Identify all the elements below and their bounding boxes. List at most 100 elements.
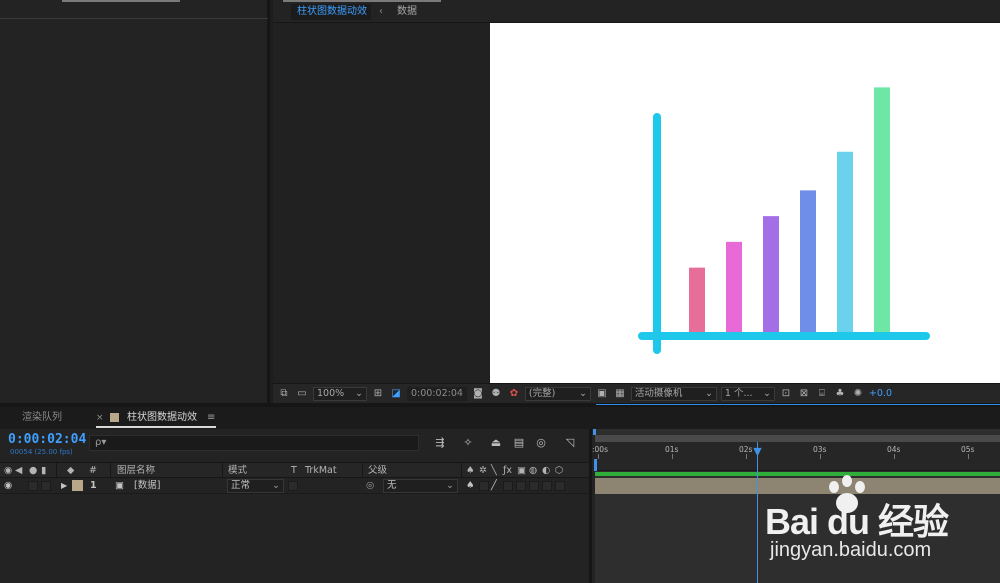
collapse-icon[interactable]: ✲ (479, 464, 487, 478)
chevron-down-icon: ⌄ (704, 387, 713, 399)
exposure-value[interactable]: +0.0 (869, 387, 892, 401)
toggle-view-icon[interactable]: ⊡ (779, 387, 793, 401)
column-parent[interactable]: 父级 (368, 464, 387, 478)
collapse-switch[interactable] (479, 481, 489, 491)
quality-icon[interactable]: ╲ (491, 464, 497, 478)
frame-blend-icon[interactable]: ▣ (517, 464, 526, 478)
zoom-select[interactable]: 100% ⌄ (313, 386, 367, 401)
viewer-toolbar: ⧉ ▭ 100% ⌄ ⊞ ◪ 0:00:02:04 ◙ ⚉ ✿ (完整) ⌄ ▣ ▦… (273, 383, 1000, 403)
chart-bar-5 (837, 151, 853, 332)
chevron-down-icon: ⌄ (272, 480, 280, 491)
solo-switch[interactable] (28, 481, 38, 491)
composition-canvas[interactable] (490, 23, 1000, 383)
timeline-navigator[interactable] (595, 459, 1000, 471)
current-time-display[interactable]: 0:00:02:04 (407, 386, 467, 401)
navigator-start-handle[interactable] (594, 459, 597, 471)
mask-visibility-icon[interactable]: ◪ (389, 387, 403, 401)
project-panel (0, 0, 270, 403)
timeline-tabs: 渲染队列 × 柱状图数据动效 ≡ (0, 407, 1000, 429)
graph-editor-icon[interactable]: ◹ (562, 435, 578, 451)
baidu-logo-text: Bai du 经验 (765, 501, 949, 542)
viewer-tab-data[interactable]: 数据 (397, 4, 417, 20)
ruler-label: 05s (961, 445, 975, 454)
preserve-transparency-switch[interactable] (288, 481, 298, 491)
bar-chart (638, 87, 930, 354)
tab-render-queue[interactable]: 渲染队列 (22, 411, 62, 425)
camera-select[interactable]: 活动摄像机 ⌄ (630, 386, 717, 401)
chart-bar-1 (689, 267, 705, 332)
quality-icon[interactable]: ╱ (491, 479, 497, 493)
effects-switch[interactable] (503, 481, 513, 491)
always-preview-icon[interactable]: ⧉ (277, 387, 291, 401)
eye-icon[interactable]: ◉ (4, 479, 12, 493)
current-timecode[interactable]: 0:00:02:04 (8, 432, 86, 447)
frame-blend-switch[interactable] (516, 481, 526, 491)
layer-name[interactable]: [数据] (134, 479, 160, 493)
layer-label-swatch[interactable] (72, 480, 83, 491)
chevron-down-icon: ⌄ (355, 387, 363, 399)
chart-bar-4 (800, 190, 816, 332)
parent-select[interactable]: 无 ⌄ (383, 479, 458, 493)
camera-snapshot-icon[interactable]: ◙ (471, 387, 485, 401)
motion-blur-switch[interactable] (529, 481, 539, 491)
playhead-icon[interactable]: ▼ (752, 446, 763, 457)
effects-icon[interactable]: ƒx (503, 464, 512, 478)
3d-layer-icon[interactable]: ⬡ (555, 464, 563, 478)
transparency-grid-icon[interactable]: ▦ (613, 387, 627, 401)
layer-search-input[interactable]: ρ▾ (89, 435, 419, 451)
resolution-select[interactable]: (完整) ⌄ (524, 386, 591, 401)
column-separator (110, 463, 111, 479)
column-trkmat[interactable]: TrkMat (305, 464, 337, 478)
ruler-label: 04s (887, 445, 901, 454)
column-mode[interactable]: 模式 (228, 464, 247, 478)
pickwhip-icon[interactable]: ◎ (366, 479, 374, 493)
chevron-left-icon[interactable]: ‹ (379, 4, 383, 20)
shy-icon[interactable]: ♠ (466, 479, 475, 493)
frame-blending-icon[interactable]: ▤ (511, 435, 527, 451)
flowchart-icon[interactable]: ♣ (833, 387, 847, 401)
table-row[interactable]: ◉ ▶ 1 ▣ [数据] 正常 ⌄ ◎ 无 ⌄ ♠ ╱ (0, 478, 589, 494)
tab-timeline-composition[interactable]: 柱状图数据动效 (127, 411, 197, 425)
adjustment-icon[interactable]: ◐ (542, 464, 550, 478)
precomp-icon: ▣ (115, 480, 124, 491)
motion-blur-column-icon[interactable]: ◍ (529, 464, 537, 478)
eye-icon[interactable]: ◉ (4, 464, 12, 478)
viewer-canvas-area[interactable] (273, 23, 1000, 383)
viewer-tab-composition[interactable]: 柱状图数据动效 (291, 4, 371, 20)
column-layer-name[interactable]: 图层名称 (117, 464, 155, 478)
shy-icon[interactable]: ♠ (466, 464, 475, 478)
expand-arrow-icon[interactable]: ▶ (61, 479, 67, 493)
shy-layers-icon[interactable]: ⏏ (488, 435, 504, 451)
comp-flowchart-icon[interactable]: ⇶ (432, 435, 448, 451)
color-channels-icon[interactable]: ✿ (507, 387, 521, 401)
work-area-bar[interactable] (595, 435, 1000, 442)
show-snapshot-icon[interactable]: ⚉ (489, 387, 503, 401)
draft-3d-icon[interactable]: ✧ (460, 435, 476, 451)
timeline-icon[interactable]: ⌸ (815, 387, 829, 401)
exposure-reset-icon[interactable]: ✺ (851, 387, 865, 401)
column-separator (56, 463, 57, 479)
close-icon[interactable]: × (96, 411, 104, 425)
menu-icon[interactable]: ≡ (207, 411, 215, 425)
adjustment-switch[interactable] (542, 481, 552, 491)
views-select[interactable]: 1 个... ⌄ (720, 386, 775, 401)
chevron-down-icon: ⌄ (762, 387, 771, 399)
layer-column-header: ◉ ◀ ● ▮ ◆ # 图层名称 模式 T TrkMat 父级 ♠ ✲ ╲ ƒx (0, 462, 589, 479)
motion-blur-icon[interactable]: ◎ (533, 435, 549, 451)
chevron-down-icon: ⌄ (446, 480, 454, 491)
3d-layer-switch[interactable] (555, 481, 565, 491)
solo-icon[interactable]: ● (29, 464, 37, 478)
playhead-line[interactable] (757, 442, 758, 583)
render-3d-icon[interactable]: ⊠ (797, 387, 811, 401)
composition-viewer: 柱状图数据动效 ‹ 数据 ⧉ ▭ 100% ⌄ ⊞ ◪ 0:00:02:04 ◙ … (273, 0, 1000, 403)
monitor-icon[interactable]: ▭ (295, 387, 309, 401)
audio-icon[interactable]: ◀ (15, 464, 22, 478)
lock-icon[interactable]: ▮ (41, 464, 46, 478)
label-tag-icon[interactable]: ◆ (67, 464, 74, 478)
time-ruler[interactable]: :00s 01s 02s 03s 04s 05s (592, 442, 1000, 459)
camera-value: 活动摄像机 (634, 387, 683, 399)
region-of-interest-icon[interactable]: ▣ (595, 387, 609, 401)
mode-select[interactable]: 正常 ⌄ (227, 479, 284, 493)
lock-switch[interactable] (41, 481, 51, 491)
grid-guides-icon[interactable]: ⊞ (371, 387, 385, 401)
